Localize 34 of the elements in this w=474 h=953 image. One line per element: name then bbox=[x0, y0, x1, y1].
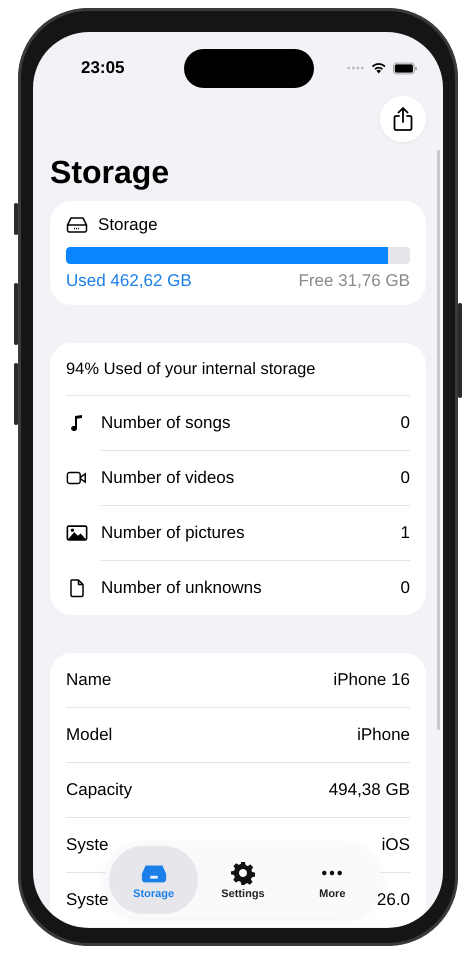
row-value: iOS bbox=[382, 835, 410, 855]
row-value: 0 bbox=[400, 413, 410, 433]
used-label: Used 462,62 GB bbox=[66, 271, 192, 291]
free-label: Free 31,76 GB bbox=[298, 271, 410, 291]
row-value: iPhone 16 bbox=[333, 670, 410, 690]
tab[interactable]: Settings bbox=[198, 846, 288, 914]
row-label: Model bbox=[66, 725, 112, 745]
usage-summary: 94% Used of your internal storage bbox=[66, 343, 410, 396]
row-label: Name bbox=[66, 670, 112, 690]
row-label: Syste bbox=[66, 835, 109, 855]
battery-icon bbox=[392, 62, 417, 74]
row-value: 0 bbox=[400, 578, 410, 598]
drive-icon bbox=[66, 216, 88, 234]
row-value: 0 bbox=[400, 468, 410, 488]
share-button[interactable] bbox=[380, 96, 426, 142]
status-time: 23:05 bbox=[81, 58, 126, 78]
row-value: 494,38 GB bbox=[328, 780, 410, 800]
row-label: Syste bbox=[66, 890, 109, 910]
card-title: Storage bbox=[98, 215, 158, 235]
row-label: Number of videos bbox=[101, 468, 234, 488]
row-value: 26.0 bbox=[376, 890, 410, 910]
wifi-icon bbox=[371, 62, 387, 74]
row-value: 1 bbox=[400, 523, 410, 543]
row-label: Number of unknowns bbox=[101, 578, 262, 598]
tab[interactable]: More bbox=[288, 846, 377, 914]
signal-icon bbox=[347, 66, 366, 70]
photo-icon bbox=[66, 523, 88, 543]
row-label: Capacity bbox=[66, 780, 132, 800]
page-title: Storage bbox=[50, 154, 170, 191]
row-label: Number of songs bbox=[101, 413, 230, 433]
share-icon bbox=[392, 106, 414, 132]
row-value: iPhone bbox=[357, 725, 410, 745]
row-label: Number of pictures bbox=[101, 523, 245, 543]
settings-icon bbox=[228, 860, 257, 884]
